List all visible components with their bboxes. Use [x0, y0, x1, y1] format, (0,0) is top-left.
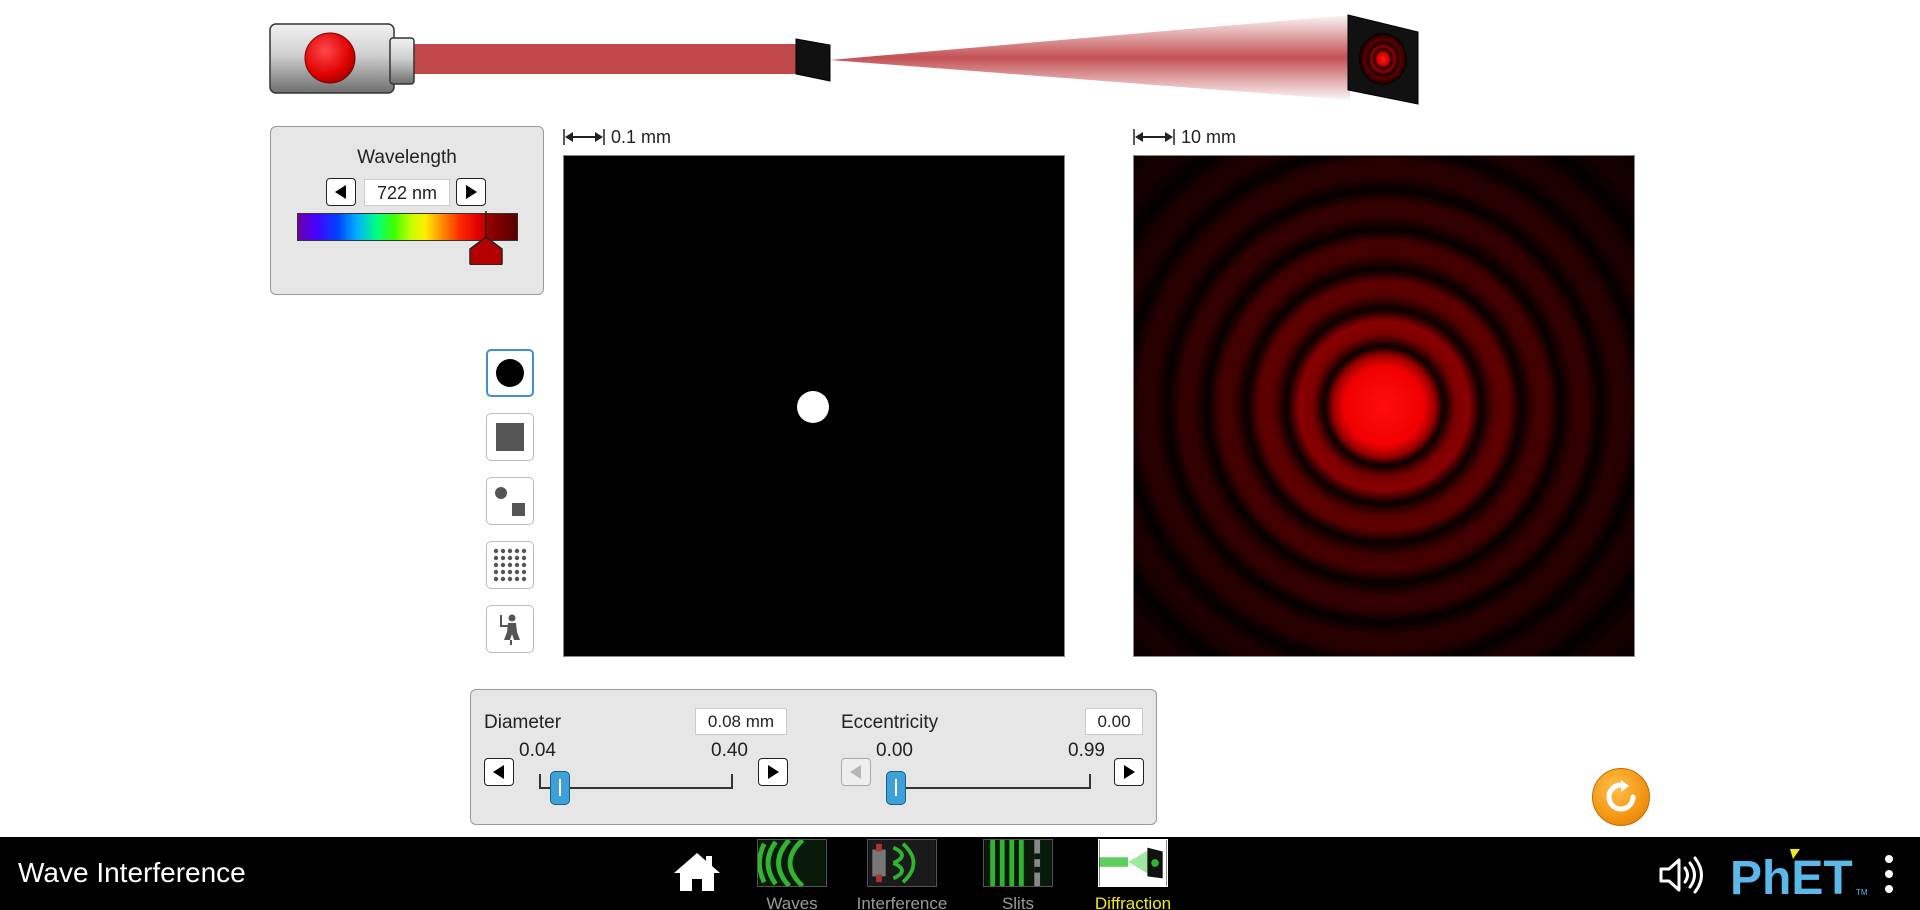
aperture-plate: [795, 38, 831, 82]
aperture-square-button[interactable]: [486, 413, 534, 461]
phet-logo: PhET TM: [1730, 849, 1868, 901]
tab-diffraction-label: Diffraction: [1094, 894, 1172, 910]
aperture-grid-button[interactable]: [486, 541, 534, 589]
reset-icon: [1606, 780, 1636, 812]
tab-waves-label: Waves: [766, 894, 818, 910]
wavelength-decrement-button[interactable]: [326, 178, 356, 206]
custom-figure-icon: [500, 614, 520, 645]
aperture-controls-panel: Diameter 0.08 mm 0.04 0.40 Eccentricity …: [470, 689, 1157, 825]
tab-slits[interactable]: Slits: [978, 839, 1058, 910]
aperture-scale-label: 0.1 mm: [611, 126, 672, 147]
eccentricity-max-label: 0.99: [1068, 740, 1105, 761]
eccentricity-value: 0.00: [1085, 708, 1143, 735]
eccentricity-slider-thumb[interactable]: [886, 771, 906, 805]
diffraction-thumbnail-icon: [1098, 839, 1168, 887]
pattern-scale-label: 10 mm: [1181, 126, 1237, 147]
wavelength-title: Wavelength: [357, 147, 457, 168]
diameter-slider-thumb[interactable]: [550, 771, 571, 805]
eccentricity-label: Eccentricity: [841, 712, 939, 733]
aperture-disk-square-button[interactable]: [486, 477, 534, 525]
diffracted-beam: [830, 15, 1350, 100]
diffraction-pattern-view: [1133, 155, 1635, 657]
laser-beam: [410, 44, 800, 74]
tab-interference[interactable]: Interference: [852, 839, 952, 910]
slits-thumbnail-icon: [983, 839, 1053, 887]
reset-all-button[interactable]: [1592, 768, 1650, 826]
tab-waves[interactable]: Waves: [752, 838, 832, 910]
diameter-value: 0.08 mm: [695, 708, 787, 735]
tab-slits-label: Slits: [1001, 894, 1035, 910]
navigation-bar: Wave Interference Waves Interference Sli…: [0, 837, 1920, 910]
pattern-scale-indicator: 10 mm: [1133, 127, 1236, 147]
diameter-label: Diameter: [484, 712, 562, 733]
svg-text:PhET: PhET: [1730, 852, 1853, 901]
wavelength-panel: Wavelength 722 nm: [270, 126, 544, 295]
sim-title: Wave Interference: [18, 857, 246, 888]
aperture-circle-button[interactable]: [486, 349, 534, 397]
aperture-scale-indicator: 0.1 mm: [563, 127, 671, 147]
home-icon[interactable]: [672, 851, 722, 893]
eccentricity-decrement-button[interactable]: [841, 758, 871, 786]
diameter-min-label: 0.04: [519, 740, 556, 761]
wavelength-value: 722 nm: [364, 179, 450, 206]
diffraction-screen: Wavelength 722 nm 0.1 mm 10 mm Diameter …: [0, 0, 1920, 910]
double-arrow-icon: [563, 129, 605, 145]
laser-apparatus: [269, 14, 1419, 105]
eccentricity-min-label: 0.00: [876, 740, 913, 761]
disk-and-square-icon: [495, 487, 525, 516]
wavelength-increment-button[interactable]: [456, 178, 486, 206]
svg-text:TM: TM: [1856, 888, 1868, 897]
interference-thumbnail-icon: [867, 839, 937, 887]
diameter-decrement-button[interactable]: [484, 758, 514, 786]
arrow-left-icon: [335, 185, 346, 199]
circular-aperture: [797, 391, 829, 423]
waves-thumbnail-icon: [757, 838, 827, 888]
circle-icon: [496, 359, 524, 387]
diameter-max-label: 0.40: [711, 740, 748, 761]
aperture-view: [563, 155, 1065, 657]
wavelength-slider-thumb[interactable]: [468, 211, 504, 265]
tab-interference-label: Interference: [856, 894, 948, 910]
arrow-left-icon: [850, 765, 861, 779]
laser-pointer[interactable]: [269, 23, 415, 94]
more-options-icon[interactable]: [1880, 851, 1898, 897]
arrow-right-icon: [466, 185, 477, 199]
square-icon: [496, 423, 524, 451]
arrow-right-icon: [1124, 765, 1135, 779]
eccentricity-increment-button[interactable]: [1114, 758, 1144, 786]
dot-grid-icon: [493, 548, 527, 582]
arrow-left-icon: [493, 765, 504, 779]
aperture-custom-button[interactable]: [486, 605, 534, 653]
speaker-icon[interactable]: [1657, 855, 1707, 895]
eccentricity-slider-track[interactable]: [896, 787, 1090, 789]
tab-diffraction[interactable]: Diffraction: [1088, 839, 1178, 910]
arrow-right-icon: [768, 765, 779, 779]
double-arrow-icon: [1133, 129, 1175, 145]
diameter-increment-button[interactable]: [758, 758, 788, 786]
airy-pattern: [1134, 156, 1634, 656]
